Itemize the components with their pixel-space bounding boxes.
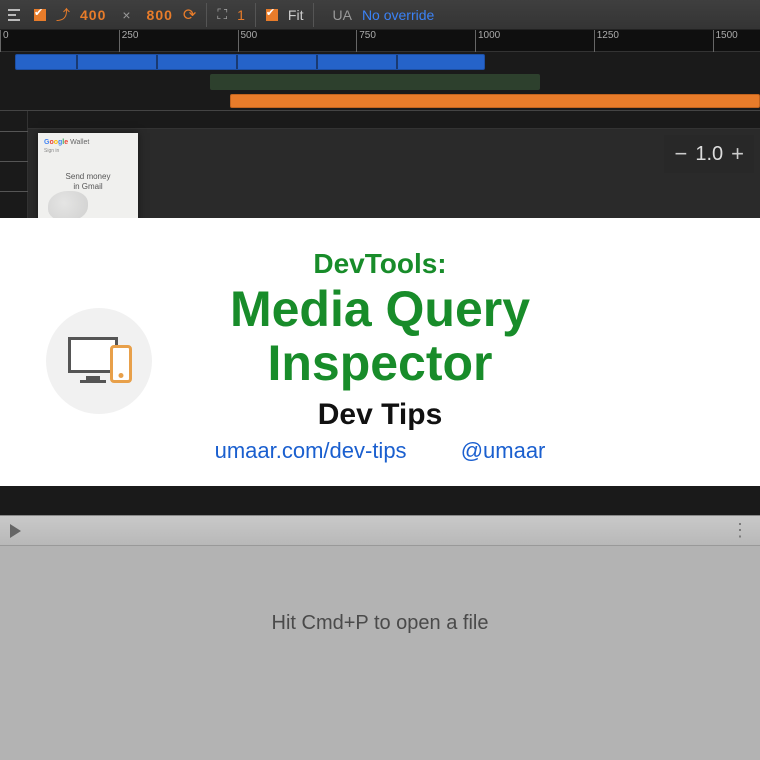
sources-panel: ⋮ Hit Cmd+P to open a file bbox=[0, 515, 760, 760]
rotate-icon[interactable]: ⤴ bbox=[56, 5, 70, 25]
devices-icon-circle bbox=[46, 308, 152, 414]
wallet-logo: Google Wallet bbox=[44, 139, 132, 146]
ruler-tick: 0 bbox=[0, 30, 9, 52]
media-bar-range[interactable] bbox=[210, 74, 540, 90]
device-toolbar: ⤴ 400 × 800 ⟳ ⛶ 1 Fit UA No override bbox=[0, 0, 760, 30]
dpr-icon: ⛶ bbox=[217, 6, 227, 23]
title-overlay: DevTools: Media Query Inspector Dev Tips… bbox=[0, 218, 760, 486]
map-graphic bbox=[48, 191, 88, 221]
horizontal-ruler: 0 250 500 750 1000 1250 1500 bbox=[0, 30, 760, 52]
link-site[interactable]: umaar.com/dev-tips bbox=[215, 438, 407, 463]
ua-value[interactable]: No override bbox=[362, 7, 434, 23]
fit-checkbox[interactable] bbox=[266, 9, 278, 21]
ruler-tick: 1250 bbox=[594, 30, 619, 52]
more-icon[interactable]: ⋮ bbox=[731, 520, 750, 541]
dimension-separator: × bbox=[122, 7, 130, 23]
sources-toolbar: ⋮ bbox=[0, 516, 760, 546]
viewport-height[interactable]: 800 bbox=[147, 7, 173, 23]
media-query-ruler: 0 250 500 750 1000 1250 1500 bbox=[0, 30, 760, 110]
fit-label: Fit bbox=[288, 7, 304, 23]
media-bar-min-width[interactable] bbox=[230, 94, 760, 108]
ruler-tick: 750 bbox=[356, 30, 376, 52]
media-query-bars bbox=[0, 52, 760, 110]
menu-icon[interactable] bbox=[8, 7, 24, 23]
link-handle[interactable]: @umaar bbox=[461, 438, 546, 463]
signin-text: Sign in bbox=[44, 148, 132, 154]
card-links: umaar.com/dev-tips @umaar bbox=[20, 438, 740, 464]
open-file-hint: Hit Cmd+P to open a file bbox=[0, 612, 760, 635]
ruler-tick: 1000 bbox=[475, 30, 500, 52]
reload-icon[interactable]: ⟳ bbox=[183, 5, 196, 25]
preview-horizontal-ruler bbox=[28, 111, 760, 129]
ua-label: UA bbox=[332, 7, 351, 23]
zoom-in-button[interactable]: + bbox=[731, 141, 744, 167]
ruler-tick: 1500 bbox=[713, 30, 738, 52]
zoom-out-button[interactable]: − bbox=[674, 141, 687, 167]
card-subtitle: DevTools: bbox=[20, 248, 740, 280]
viewport-width[interactable]: 400 bbox=[80, 7, 106, 23]
zoom-control: − 1.0 + bbox=[664, 135, 754, 173]
media-bar-max-width[interactable] bbox=[15, 54, 485, 70]
ruler-tick: 500 bbox=[238, 30, 258, 52]
devices-icon bbox=[68, 337, 130, 385]
ruler-tick: 250 bbox=[119, 30, 139, 52]
dpr-value[interactable]: 1 bbox=[237, 7, 245, 23]
hero-text: Send money in Gmail bbox=[44, 172, 132, 191]
zoom-level: 1.0 bbox=[695, 143, 723, 166]
play-icon[interactable] bbox=[10, 524, 21, 538]
device-mode-checkbox[interactable] bbox=[34, 9, 46, 21]
